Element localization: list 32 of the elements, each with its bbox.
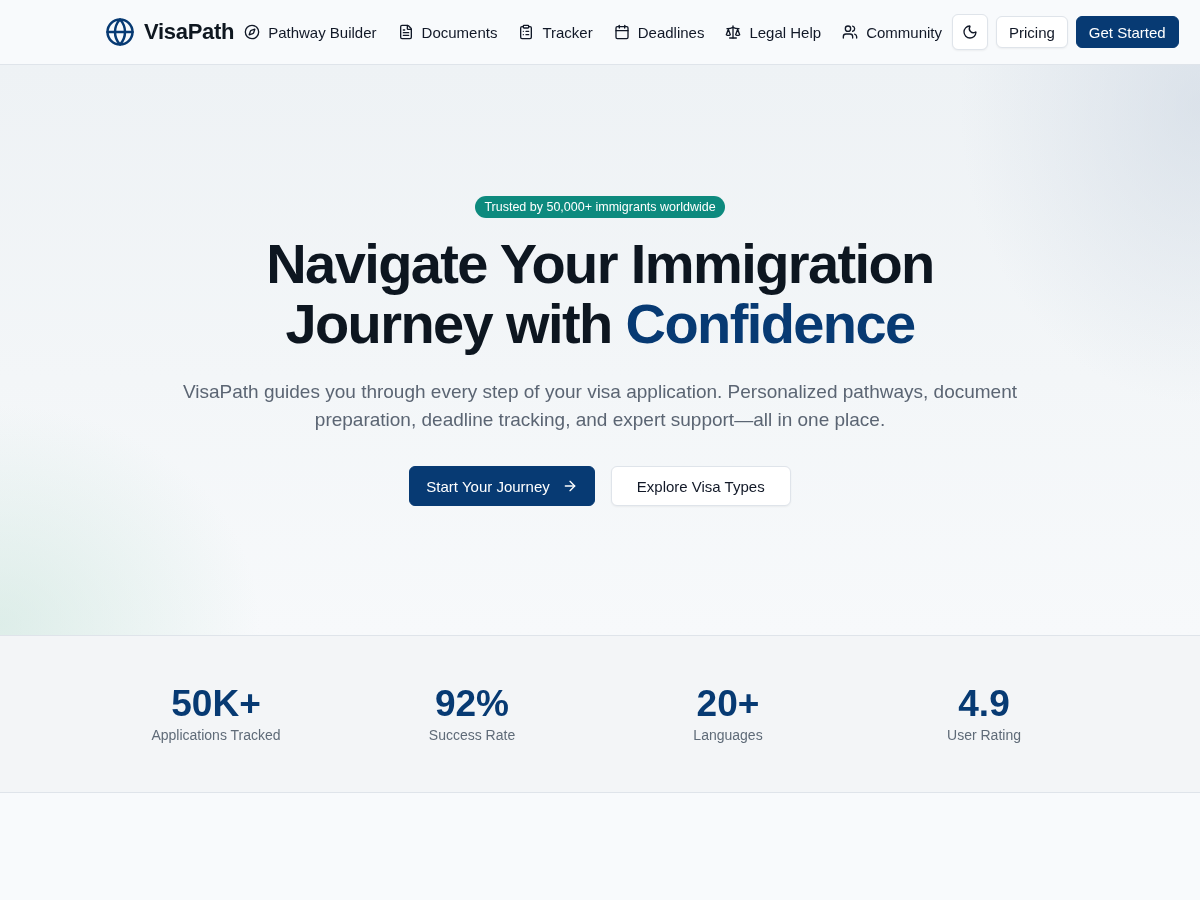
moon-icon [962,24,978,40]
stat-value: 20+ [696,683,760,725]
stat-value: 50K+ [171,683,261,725]
stat-value: 92% [434,683,510,725]
secondary-cta-button[interactable]: Explore Visa Types [610,466,791,506]
calendar-icon [613,24,630,40]
stat-label: Languages [693,726,763,745]
brand-name: VisaPath [144,19,235,45]
document-icon [397,24,414,40]
stat-label: User Rating [947,726,1021,745]
primary-cta-button[interactable]: Start Your Journey [409,466,595,506]
nav-link[interactable]: Community [842,17,942,47]
hero-heading: Navigate Your Immigration Journey with Confidence [265,234,935,354]
get-started-button[interactable]: Get Started [1075,16,1179,48]
compass-icon [244,24,261,40]
nav-link[interactable]: Documents [397,17,498,47]
visapath-logo[interactable]: VisaPath [105,17,235,47]
nav-link[interactable]: Legal Help [725,17,822,47]
scales-icon [725,24,742,40]
nav-link[interactable]: Pathway Builder [244,17,377,47]
globe-logo-icon [105,17,135,47]
clipboard-icon [518,24,535,40]
stat-label: Applications Tracked [151,726,281,745]
trust-badge: Trusted by 50,000+ immigrants worldwide [475,196,725,218]
people-icon [842,24,859,40]
stat-label: Success Rate [428,726,516,745]
nav-link[interactable]: Tracker [518,17,593,47]
stat-value: 4.9 [958,683,1010,725]
theme-toggle-button[interactable] [952,14,988,50]
hero-description: VisaPath guides you through every step of your visa application. Personalized pathways, document preparation, deadline tracking, and expert support—all in one place. [181,380,1018,432]
pricing-button[interactable]: Pricing [996,16,1068,48]
nav-link[interactable]: Deadlines [613,17,705,47]
